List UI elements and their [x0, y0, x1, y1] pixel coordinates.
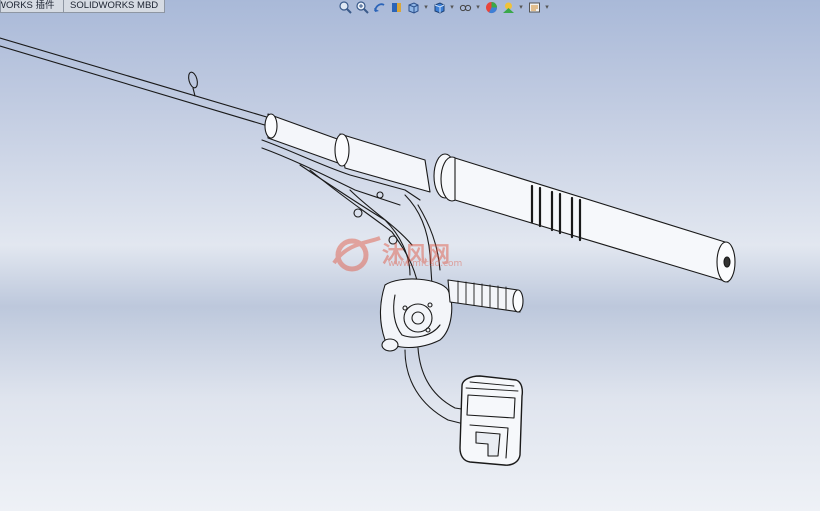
zoom-to-area-icon[interactable] [355, 0, 369, 14]
zoom-to-fit-icon[interactable] [338, 0, 352, 14]
previous-view-icon[interactable] [372, 0, 386, 14]
tab-solidworks-mbd[interactable]: SOLIDWORKS MBD [63, 0, 166, 13]
graphics-area[interactable]: 沐风网 www.mfcad.com [0, 0, 820, 511]
heads-up-view-toolbar: ▾ ▾ ▾ ▾ ▾ [338, 0, 550, 14]
watermark-url: www.mfcad.com [388, 259, 463, 269]
watermark: 沐风网 www.mfcad.com [332, 233, 462, 273]
tab-solidworks-addins[interactable]: WORKS 插件 [0, 0, 64, 13]
apply-scene-icon[interactable] [501, 0, 515, 14]
chevron-down-icon[interactable]: ▾ [518, 0, 524, 14]
watermark-logo-icon [332, 236, 381, 272]
section-view-icon[interactable] [389, 0, 403, 14]
command-manager-tabs: WORKS 插件 SOLIDWORKS MBD [0, 0, 166, 13]
view-settings-icon[interactable] [527, 0, 541, 14]
chevron-down-icon[interactable]: ▾ [544, 0, 550, 14]
chevron-down-icon[interactable]: ▾ [423, 0, 429, 14]
chevron-down-icon[interactable]: ▾ [475, 0, 481, 14]
view-orientation-icon[interactable] [406, 0, 420, 14]
chevron-down-icon[interactable]: ▾ [449, 0, 455, 14]
edit-appearance-icon[interactable] [484, 0, 498, 14]
display-style-icon[interactable] [432, 0, 446, 14]
hide-show-items-icon[interactable] [458, 0, 472, 14]
